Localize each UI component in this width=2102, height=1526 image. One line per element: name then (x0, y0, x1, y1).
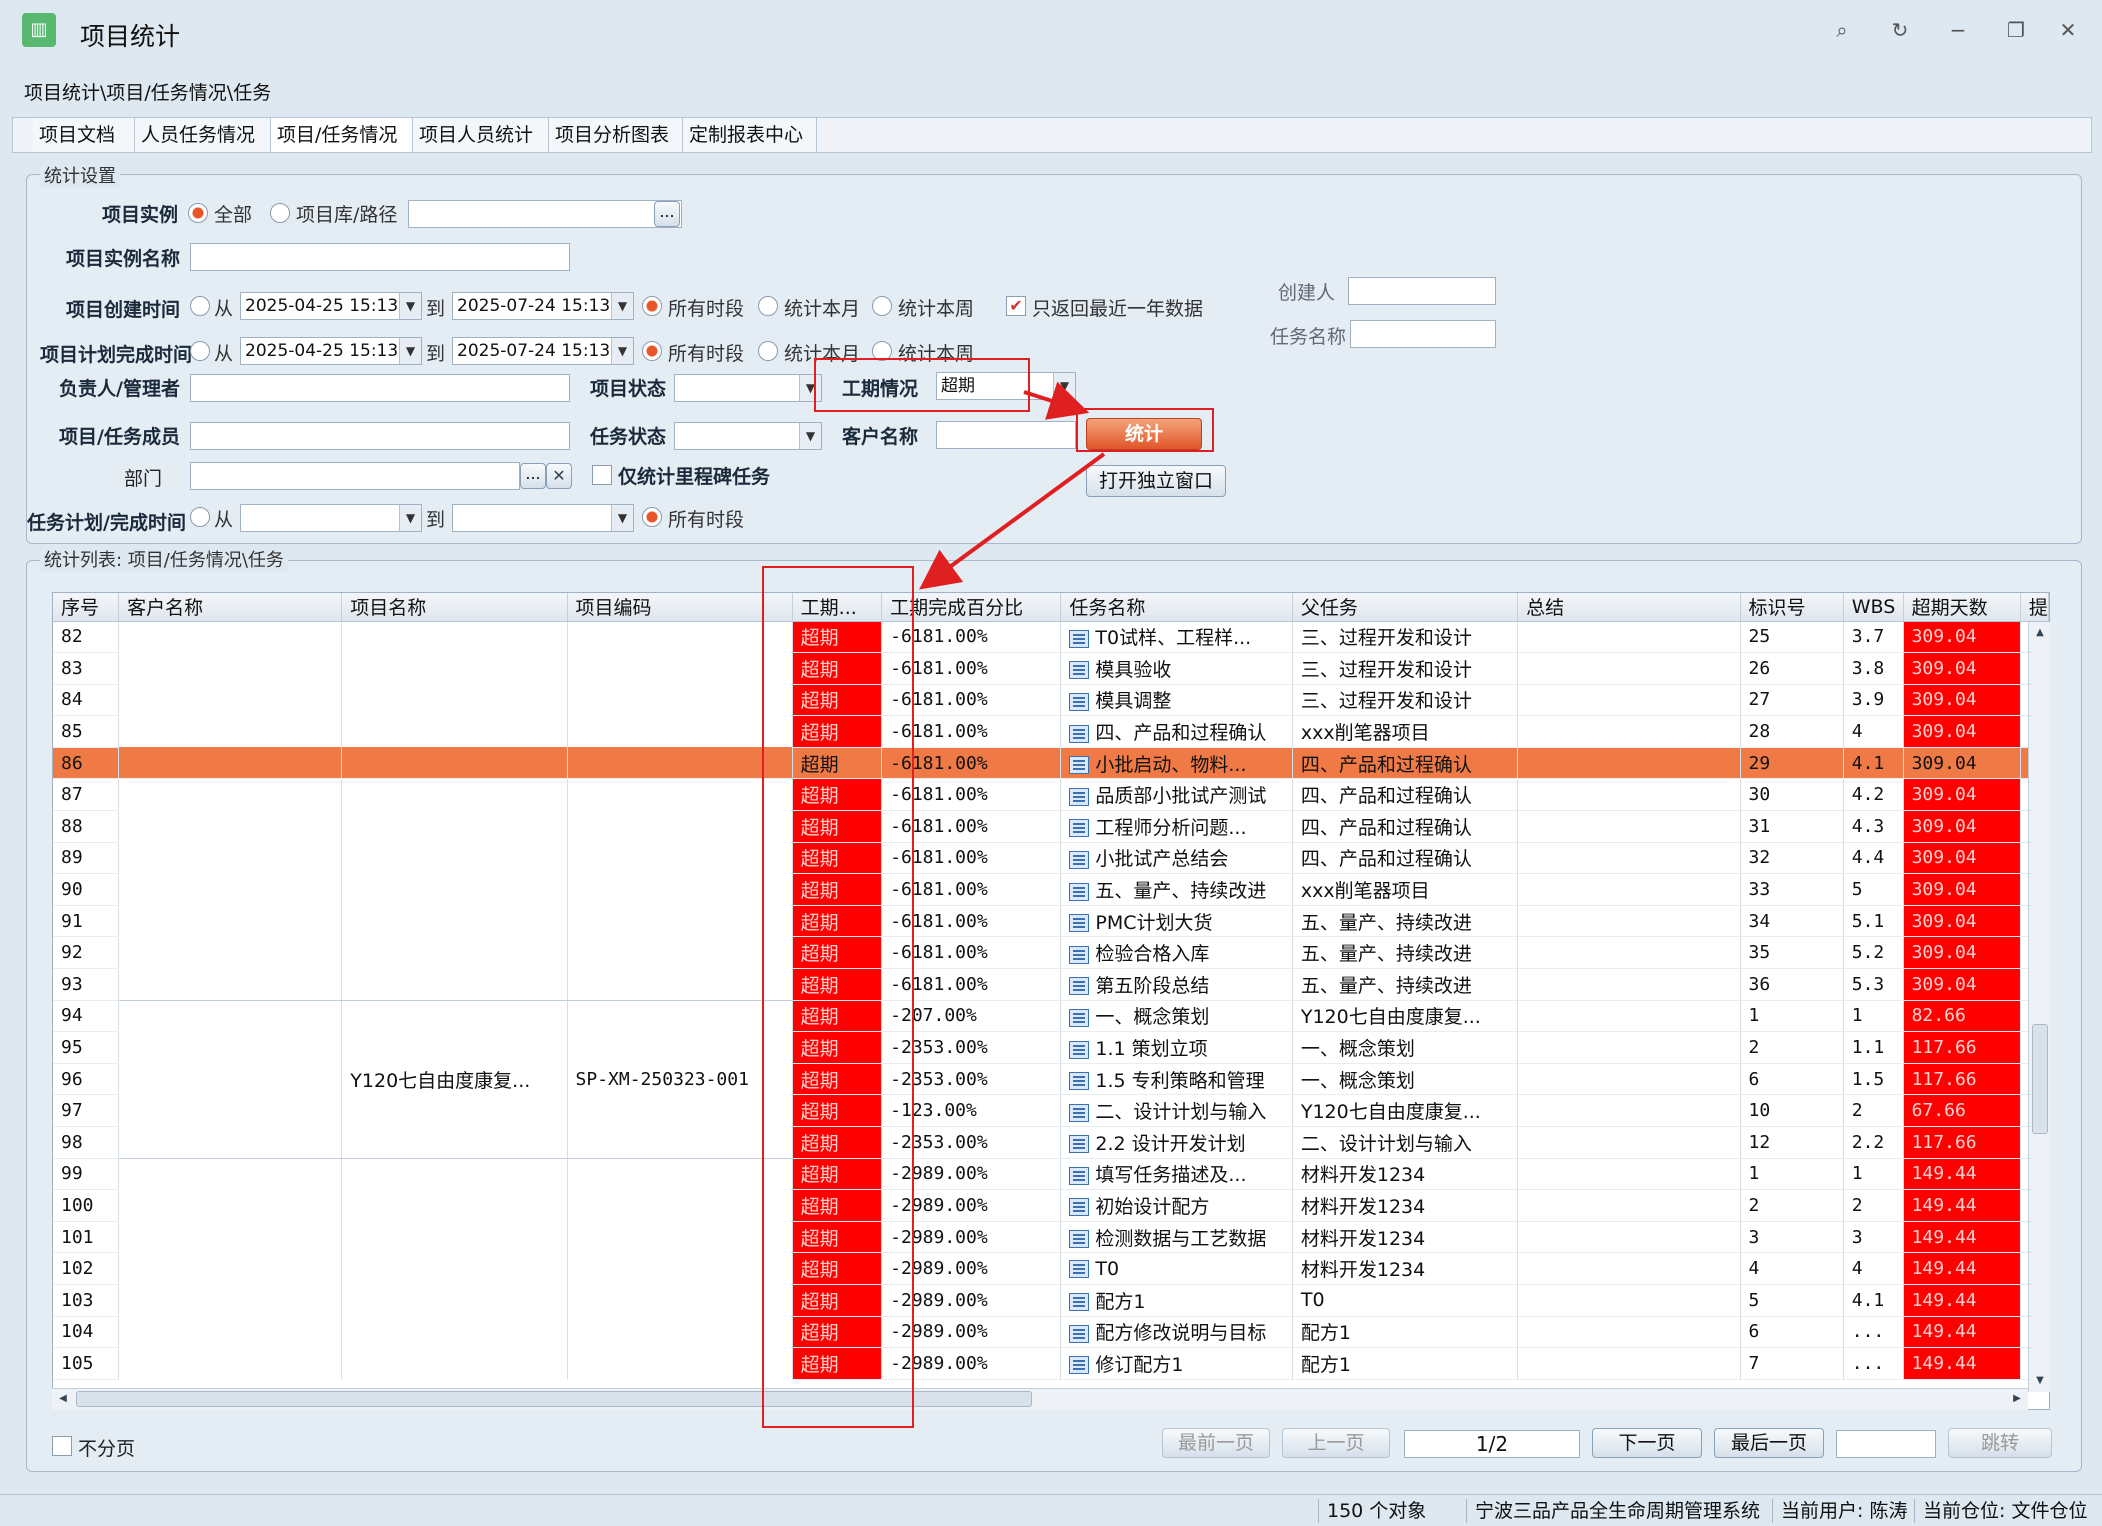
object-count: 150 个对象 (1318, 1499, 1426, 1523)
jump-button[interactable]: 跳转 (1948, 1428, 2052, 1458)
system-name: 宁波三品产品全生命周期管理系统 (1466, 1499, 1760, 1523)
arrow-to-column (919, 452, 1106, 590)
prev-page-button[interactable]: 上一页 (1282, 1428, 1390, 1458)
next-page-button[interactable]: 下一页 (1592, 1428, 1702, 1458)
last-page-button[interactable]: 最后一页 (1714, 1428, 1824, 1458)
first-page-button[interactable]: 最前一页 (1162, 1428, 1270, 1458)
no-paging-checkbox[interactable] (52, 1436, 72, 1456)
arrow-to-stat (1023, 381, 1090, 420)
current-location: 当前仓位: 文件仓位 (1914, 1499, 2087, 1523)
jump-page-input[interactable] (1836, 1430, 1936, 1458)
status-bar: 150 个对象 宁波三品产品全生命周期管理系统 当前用户: 陈涛 当前仓位: 文… (0, 1494, 2102, 1526)
annotation-arrows (919, 381, 1106, 590)
no-paging-label: 不分页 (78, 1438, 136, 1460)
current-user: 当前用户: 陈涛 (1772, 1499, 1907, 1523)
page-indicator: 1/2 (1404, 1430, 1580, 1458)
